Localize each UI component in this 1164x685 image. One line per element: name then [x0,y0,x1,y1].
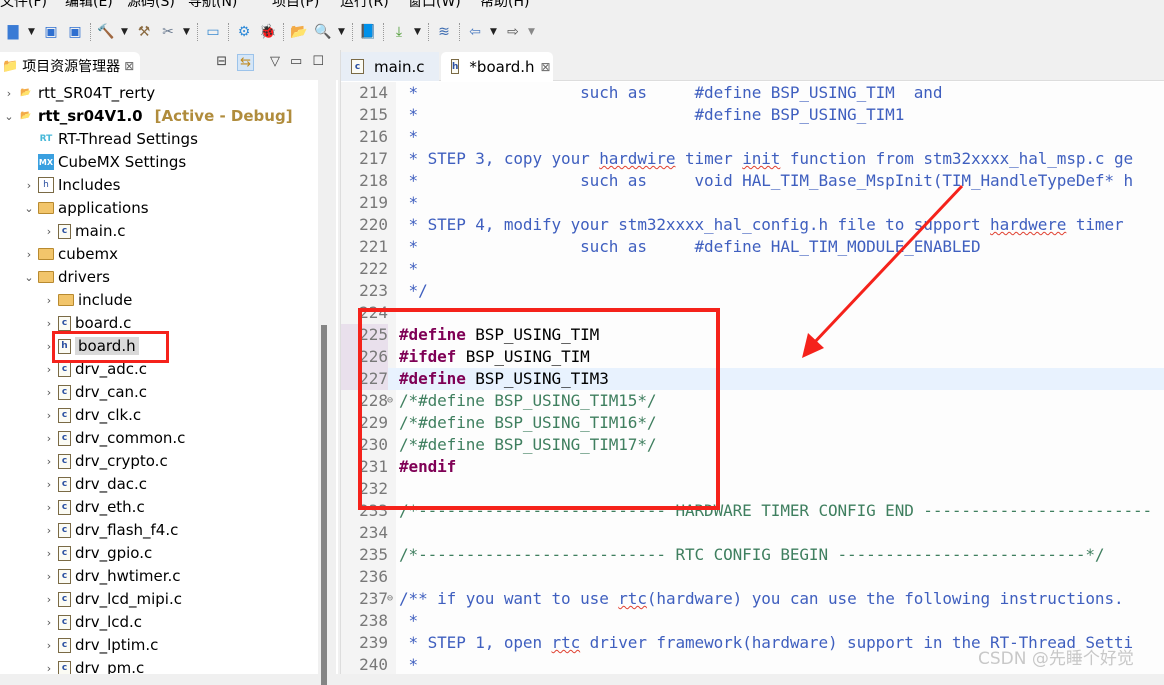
annotation-arrow [802,184,964,358]
arrow-line [810,184,964,347]
watermark: CSDN @先睡个好觉 [978,649,1134,669]
